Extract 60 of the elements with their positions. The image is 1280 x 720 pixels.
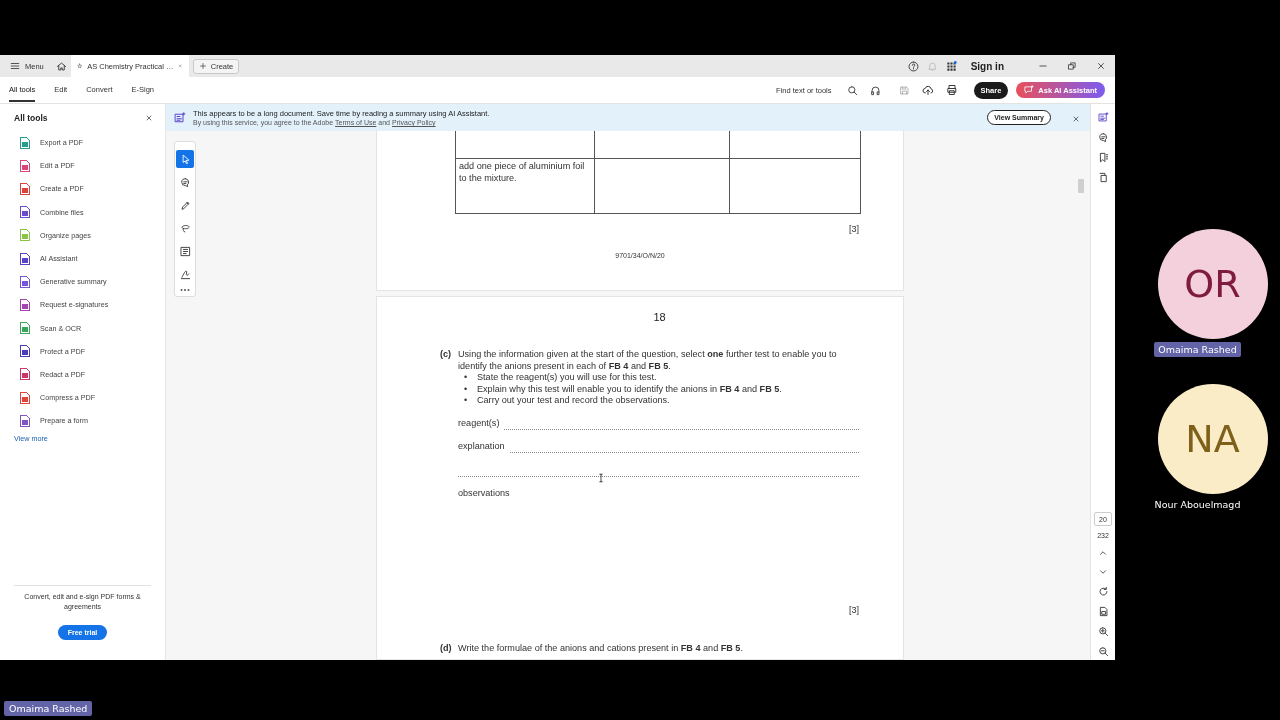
avatar: OR [1157,229,1268,339]
rotate-icon[interactable] [1097,586,1109,597]
participant-name: Nour Abouelmagd [1153,498,1242,512]
participant-name: Omaima Rashed [1154,342,1241,357]
plus-icon [198,62,207,70]
marks-label: [3] [848,224,859,234]
sign-in-button[interactable]: Sign in [964,59,1010,73]
home-icon[interactable] [55,60,67,72]
question-label: (d) [440,643,453,655]
zoom-in-icon[interactable] [1097,626,1109,637]
apps-icon[interactable] [945,60,957,72]
bullet: • [464,383,469,395]
answer-label: explanation [458,441,505,453]
pen-icon [179,199,191,211]
question-text: Write the formulae of the anions and cations present in FB 4 and FB 5. [458,643,744,655]
text-cursor-icon [596,473,606,483]
scrollbar-thumb[interactable] [1078,179,1084,193]
instruction-text: Carry out your test and record the observations. [477,395,670,407]
close-icon [145,114,153,122]
chat-icon [1024,85,1035,95]
more-icon[interactable] [180,288,190,292]
annotation-tool[interactable] [176,150,194,168]
chevron-up-icon[interactable] [1098,548,1108,558]
close-icon[interactable] [1072,114,1080,123]
upload-icon[interactable] [921,84,934,96]
bullet: • [464,395,469,407]
document-icon[interactable] [1097,606,1109,617]
print-icon[interactable] [945,84,958,96]
comment-icon[interactable] [1097,132,1109,143]
chevron-down-icon[interactable] [1098,567,1108,577]
restore-icon[interactable] [1066,61,1077,71]
table-cell: add one piece of aluminium foil to the mixture. [455,158,595,214]
search-icon[interactable] [846,84,858,96]
menu-icon [10,61,20,71]
headphones-icon[interactable] [869,84,881,96]
marks-label: [3] [848,604,859,615]
text-box-icon [179,245,191,257]
signature-icon [179,268,191,280]
star-icon [76,61,83,71]
bullet: • [464,372,469,384]
comment-icon [179,176,191,188]
answer-label: observations [458,488,511,500]
avatar: NA [1157,384,1268,494]
bookmark-icon[interactable] [1097,152,1109,163]
summary-icon [174,111,186,124]
lasso-icon [179,222,191,234]
close-icon[interactable] [1095,61,1106,71]
summary-icon[interactable] [1097,112,1109,123]
question-label: (c) [440,349,453,361]
help-icon[interactable] [907,60,919,72]
page-number: 18 [652,311,667,323]
panel-title: All tools [14,113,48,123]
zoom-out-icon[interactable] [1097,646,1109,657]
close-button[interactable] [145,114,153,122]
instruction-text: Explain why this test will enable you to identify the anions in FB 4 and FB 5. [477,383,782,395]
pages-icon[interactable] [1097,172,1109,183]
instruction-text: State the reagent(s) you will use for this test. [477,372,657,384]
question-text: Using the information given at the start of the question, select one further test to enable you to identify the anions present in each of FB 4 and FB 5. [458,349,838,372]
answer-label: reagent(s) [458,418,500,430]
presenter-label: Omaima Rashed [4,701,93,716]
